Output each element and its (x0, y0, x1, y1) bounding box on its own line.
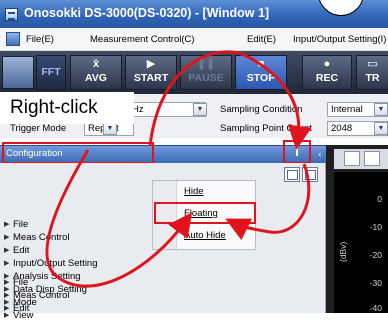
tree-item-data-disp-setting[interactable]: ▶ Data Disp Setting (0, 284, 326, 296)
app-icon (5, 8, 18, 21)
tree-item-view[interactable]: ▶ View (0, 310, 326, 322)
y-tick-label: -10 (369, 222, 382, 232)
record-icon: ● (323, 58, 331, 70)
pause-button[interactable]: ❚❚ PAUSE (180, 55, 232, 90)
fft-button[interactable]: FFT (36, 55, 66, 90)
sampling-point-count-label: Sampling Point Count (220, 123, 312, 134)
stop-icon: ■ (257, 58, 265, 70)
right-click-annotation: Right-click (10, 97, 98, 118)
tr-button[interactable]: ▭ TR (356, 55, 388, 90)
sampling-condition-label: Sampling Condition (220, 104, 303, 115)
chevron-down-icon[interactable]: ▼ (374, 122, 388, 135)
tr-icon: ▭ (367, 58, 378, 70)
graph-list-icon[interactable] (364, 151, 380, 166)
expand-icon: ▶ (4, 221, 10, 228)
menu-file[interactable]: File(E) (26, 34, 54, 45)
toolbar: FFT x̄ AVG ▶ START ❚❚ PAUSE ■ STOP ● REC… (0, 51, 388, 94)
graph-view-icon[interactable] (344, 151, 360, 166)
highlight-box (154, 202, 256, 224)
expand-icon: ▶ (4, 234, 10, 241)
layout-icon[interactable] (284, 167, 300, 182)
rec-button[interactable]: ● REC (302, 55, 352, 90)
window-icon[interactable] (302, 167, 318, 182)
trigger-mode-label: Trigger Mode (10, 123, 67, 134)
y-tick-label: -30 (369, 278, 382, 288)
avg-button[interactable]: x̄ AVG (70, 55, 122, 90)
menu-measurement-control[interactable]: Measurement Control(C) (90, 34, 195, 45)
window-title: Onosokki DS-3000(DS-0320) - [Window 1] (24, 6, 270, 20)
logo-icon (2, 56, 34, 89)
play-icon: ▶ (146, 58, 156, 70)
pause-icon: ❚❚ (196, 58, 216, 70)
menu-bar: File(E) Measurement Control(C) Edit(E) I… (0, 28, 388, 51)
expand-icon: ▶ (4, 247, 10, 254)
menu-input-output-setting[interactable]: Input/Output Setting(I) (293, 34, 386, 45)
expand-icon: ▶ (4, 260, 10, 267)
chevron-down-icon[interactable]: ▼ (193, 103, 207, 116)
y-tick-label: -40 (369, 303, 382, 313)
expand-icon: ▶ (4, 273, 10, 280)
stop-button[interactable]: ■ STOP (235, 55, 287, 90)
tree-item-analysis-setting[interactable]: ▶ Analysis Setting (0, 271, 326, 283)
avg-icon: x̄ (92, 58, 100, 70)
expand-icon: ▶ (4, 299, 10, 306)
highlight-box (2, 142, 154, 164)
start-button[interactable]: ▶ START (125, 55, 177, 90)
expand-icon: ▶ (4, 286, 10, 293)
expand-icon: ▶ (4, 312, 10, 319)
y-tick-label: -20 (369, 250, 382, 260)
chevron-down-icon[interactable]: ▼ (374, 103, 388, 116)
y-tick-label: 0 (377, 194, 382, 204)
menu-item-hide[interactable]: Hide (184, 186, 204, 197)
menu-item-auto-hide[interactable]: Auto Hide (184, 230, 226, 241)
menu-edit[interactable]: Edit(E) (247, 34, 276, 45)
collapse-icon[interactable]: ‹ (314, 147, 326, 161)
y-axis-label: (dBv) (338, 241, 348, 262)
tree-item-input-output-setting[interactable]: ▶ Input/Output Setting (0, 258, 326, 270)
highlight-box (283, 140, 311, 164)
tree-item-mode[interactable]: ▶ Mode (0, 297, 326, 309)
document-icon[interactable] (6, 32, 20, 46)
